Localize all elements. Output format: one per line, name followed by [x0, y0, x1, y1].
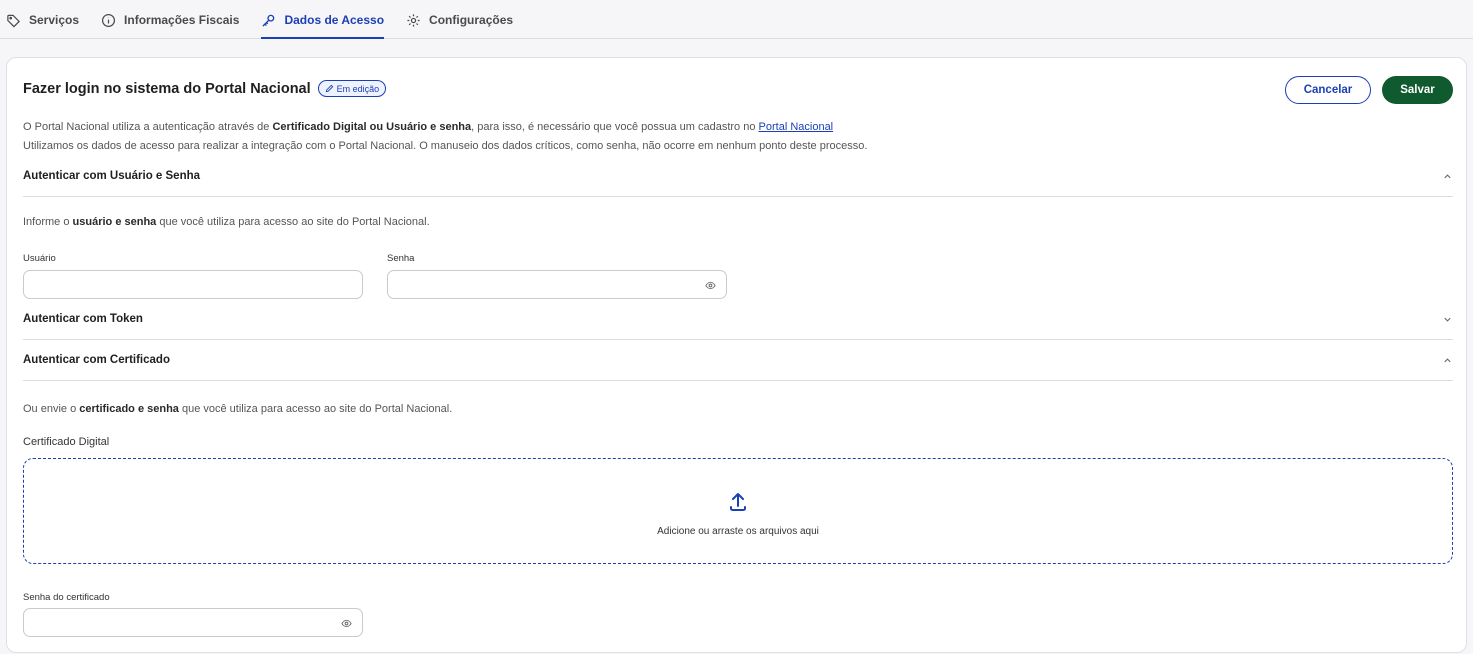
intro-bold: Certificado Digital ou Usuário e senha	[272, 121, 472, 133]
certificate-password-wrapper	[23, 608, 363, 637]
certificate-help-text: Ou envie o certificado e senha que você …	[23, 403, 452, 415]
tab-informacoes-fiscais[interactable]: Informações Fiscais	[101, 0, 239, 38]
user-field-wrapper	[23, 270, 363, 299]
chevron-down-icon	[1444, 317, 1451, 322]
section-title: Autenticar com Token	[23, 313, 143, 325]
page-title: Fazer login no sistema do Portal Naciona…	[23, 80, 311, 97]
section-token-header[interactable]: Autenticar com Token	[23, 299, 1453, 340]
status-badge-label: Em edição	[336, 83, 380, 94]
password-field-label: Senha	[387, 253, 415, 264]
help-text-part: que você utiliza para acesso ao site do …	[156, 216, 430, 228]
section-user-password-header[interactable]: Autenticar com Usuário e Senha	[23, 156, 1453, 197]
tab-bar: Serviços Informações Fiscais Dados de Ac…	[0, 0, 1473, 39]
gear-icon	[407, 13, 420, 27]
user-field-label: Usuário	[23, 253, 56, 264]
chevron-up-icon	[1444, 173, 1451, 178]
key-icon	[262, 14, 275, 27]
section-title: Autenticar com Usuário e Senha	[23, 170, 201, 182]
section-certificate-header[interactable]: Autenticar com Certificado	[23, 340, 1453, 381]
tab-dados-de-acesso[interactable]: Dados de Acesso	[261, 0, 385, 39]
eye-icon[interactable]	[341, 618, 352, 629]
help-text-part: que você utiliza para acesso ao site do …	[178, 403, 453, 415]
intro-text-part: O Portal Nacional utiliza a autenticação…	[23, 121, 273, 133]
upload-icon	[730, 492, 746, 511]
section-title: Autenticar com Certificado	[23, 354, 170, 366]
password-field-wrapper	[387, 270, 727, 299]
card-header: Fazer login no sistema do Portal Naciona…	[23, 80, 387, 97]
help-text-part: Informe o	[23, 216, 73, 228]
help-text-part: Ou envie o	[23, 403, 80, 415]
tab-label: Dados de Acesso	[284, 13, 385, 27]
info-icon	[102, 13, 116, 27]
tab-label: Serviços	[29, 13, 80, 27]
help-bold: certificado e senha	[79, 403, 179, 415]
dropzone-text: Adicione ou arraste os arquivos aqui	[657, 525, 819, 537]
intro-text-part: , para isso, é necessário que você possu…	[471, 121, 759, 133]
save-button[interactable]: Salvar	[1382, 76, 1453, 104]
tab-configuracoes[interactable]: Configurações	[406, 0, 513, 38]
access-card: Fazer login no sistema do Portal Naciona…	[6, 57, 1467, 653]
certificate-dropzone[interactable]: Adicione ou arraste os arquivos aqui	[23, 458, 1453, 564]
tab-label: Configurações	[429, 13, 514, 27]
cancel-button[interactable]: Cancelar	[1285, 76, 1371, 104]
pencil-icon	[325, 84, 333, 93]
chevron-up-icon	[1444, 357, 1451, 362]
intro-line-2: Utilizamos os dados de acesso para reali…	[23, 140, 868, 152]
status-badge: Em edição	[317, 80, 387, 97]
password-field[interactable]	[388, 271, 726, 298]
intro-line-1: O Portal Nacional utiliza a autenticação…	[23, 118, 867, 137]
tag-icon	[7, 14, 20, 27]
user-field[interactable]	[24, 271, 362, 298]
intro-text: O Portal Nacional utiliza a autenticação…	[23, 118, 867, 156]
certificate-password-label: Senha do certificado	[23, 592, 110, 603]
portal-nacional-link[interactable]: Portal Nacional	[759, 121, 834, 133]
help-bold: usuário e senha	[72, 216, 157, 228]
certificate-field-label: Certificado Digital	[23, 436, 110, 448]
tab-label: Informações Fiscais	[124, 13, 240, 27]
certificate-password-field[interactable]	[24, 609, 362, 636]
eye-icon[interactable]	[705, 280, 716, 291]
user-help-text: Informe o usuário e senha que você utili…	[23, 216, 430, 228]
tab-servicos[interactable]: Serviços	[6, 0, 79, 38]
